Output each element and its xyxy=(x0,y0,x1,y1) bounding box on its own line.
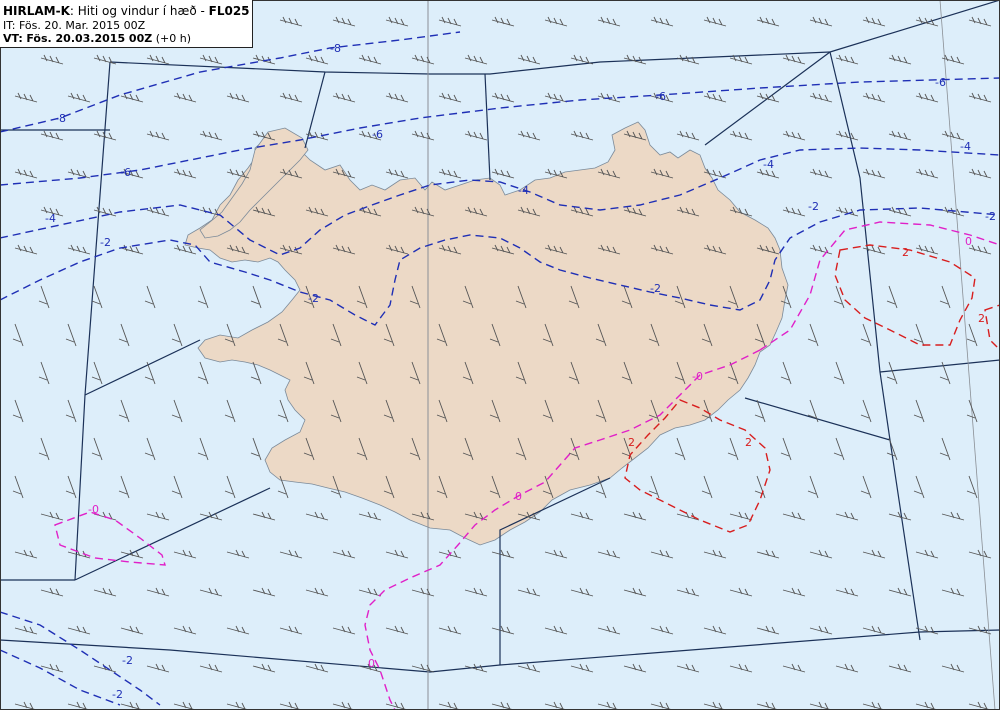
contour-label: -2 xyxy=(808,200,819,213)
contour-label: -8 xyxy=(330,42,341,55)
contour-label: -6 xyxy=(120,166,131,179)
product-description: Hiti og vindur í hæð - xyxy=(77,4,205,18)
init-time: Fös. 20. Mar. 2015 00Z xyxy=(18,19,146,32)
contour-label: -6 xyxy=(372,128,383,141)
lead-time: (+0 h) xyxy=(155,32,191,45)
flight-level: FL025 xyxy=(208,4,250,18)
valid-time: Fös. 20.03.2015 00Z xyxy=(26,32,153,45)
contour-label: -2 xyxy=(100,236,111,249)
contour-label: 2 xyxy=(978,312,985,325)
forecast-map: -8 -8 -6 -6 -6 -6 -4 -4 -4 -4 -2 -2 -2 -… xyxy=(0,0,1000,710)
valid-time-line: VT: Fös. 20.03.2015 00Z (+0 h) xyxy=(3,32,252,45)
contour-label: -2 xyxy=(122,654,133,667)
model-name: HIRLAM-K xyxy=(3,4,70,18)
init-time-line: IT: Fös. 20. Mar. 2015 00Z xyxy=(3,19,252,32)
contour-label: 0 xyxy=(368,657,375,670)
contour-label: 2 xyxy=(745,436,752,449)
contour-label: -2 xyxy=(985,210,996,223)
contour-label: -8 xyxy=(55,112,66,125)
contour-label: -6 xyxy=(935,76,946,89)
contour-label: 0 xyxy=(515,490,522,503)
contour-label: -4 xyxy=(45,212,56,225)
contour-label: -4 xyxy=(763,158,774,171)
model-separator: : xyxy=(69,4,74,18)
contour-label: -2 xyxy=(112,688,123,701)
contour-label: -2 xyxy=(308,292,319,305)
map-legend: HIRLAM-K: Hiti og vindur í hæð - FL025 I… xyxy=(0,0,253,48)
init-label: IT: xyxy=(3,19,16,32)
valid-label: VT: xyxy=(3,32,23,45)
contour-label: -0 xyxy=(88,503,99,516)
contour-label: -4 xyxy=(518,184,529,197)
contour-label: -4 xyxy=(960,140,971,153)
contour-label: -0 xyxy=(692,370,703,383)
contour-label: 0 xyxy=(965,235,972,248)
contour-label: 2 xyxy=(628,436,635,449)
contour-label: -2 xyxy=(650,282,661,295)
contour-label: 2 xyxy=(902,246,909,259)
legend-title-line: HIRLAM-K: Hiti og vindur í hæð - FL025 xyxy=(3,4,252,19)
contour-label: -6 xyxy=(655,90,666,103)
